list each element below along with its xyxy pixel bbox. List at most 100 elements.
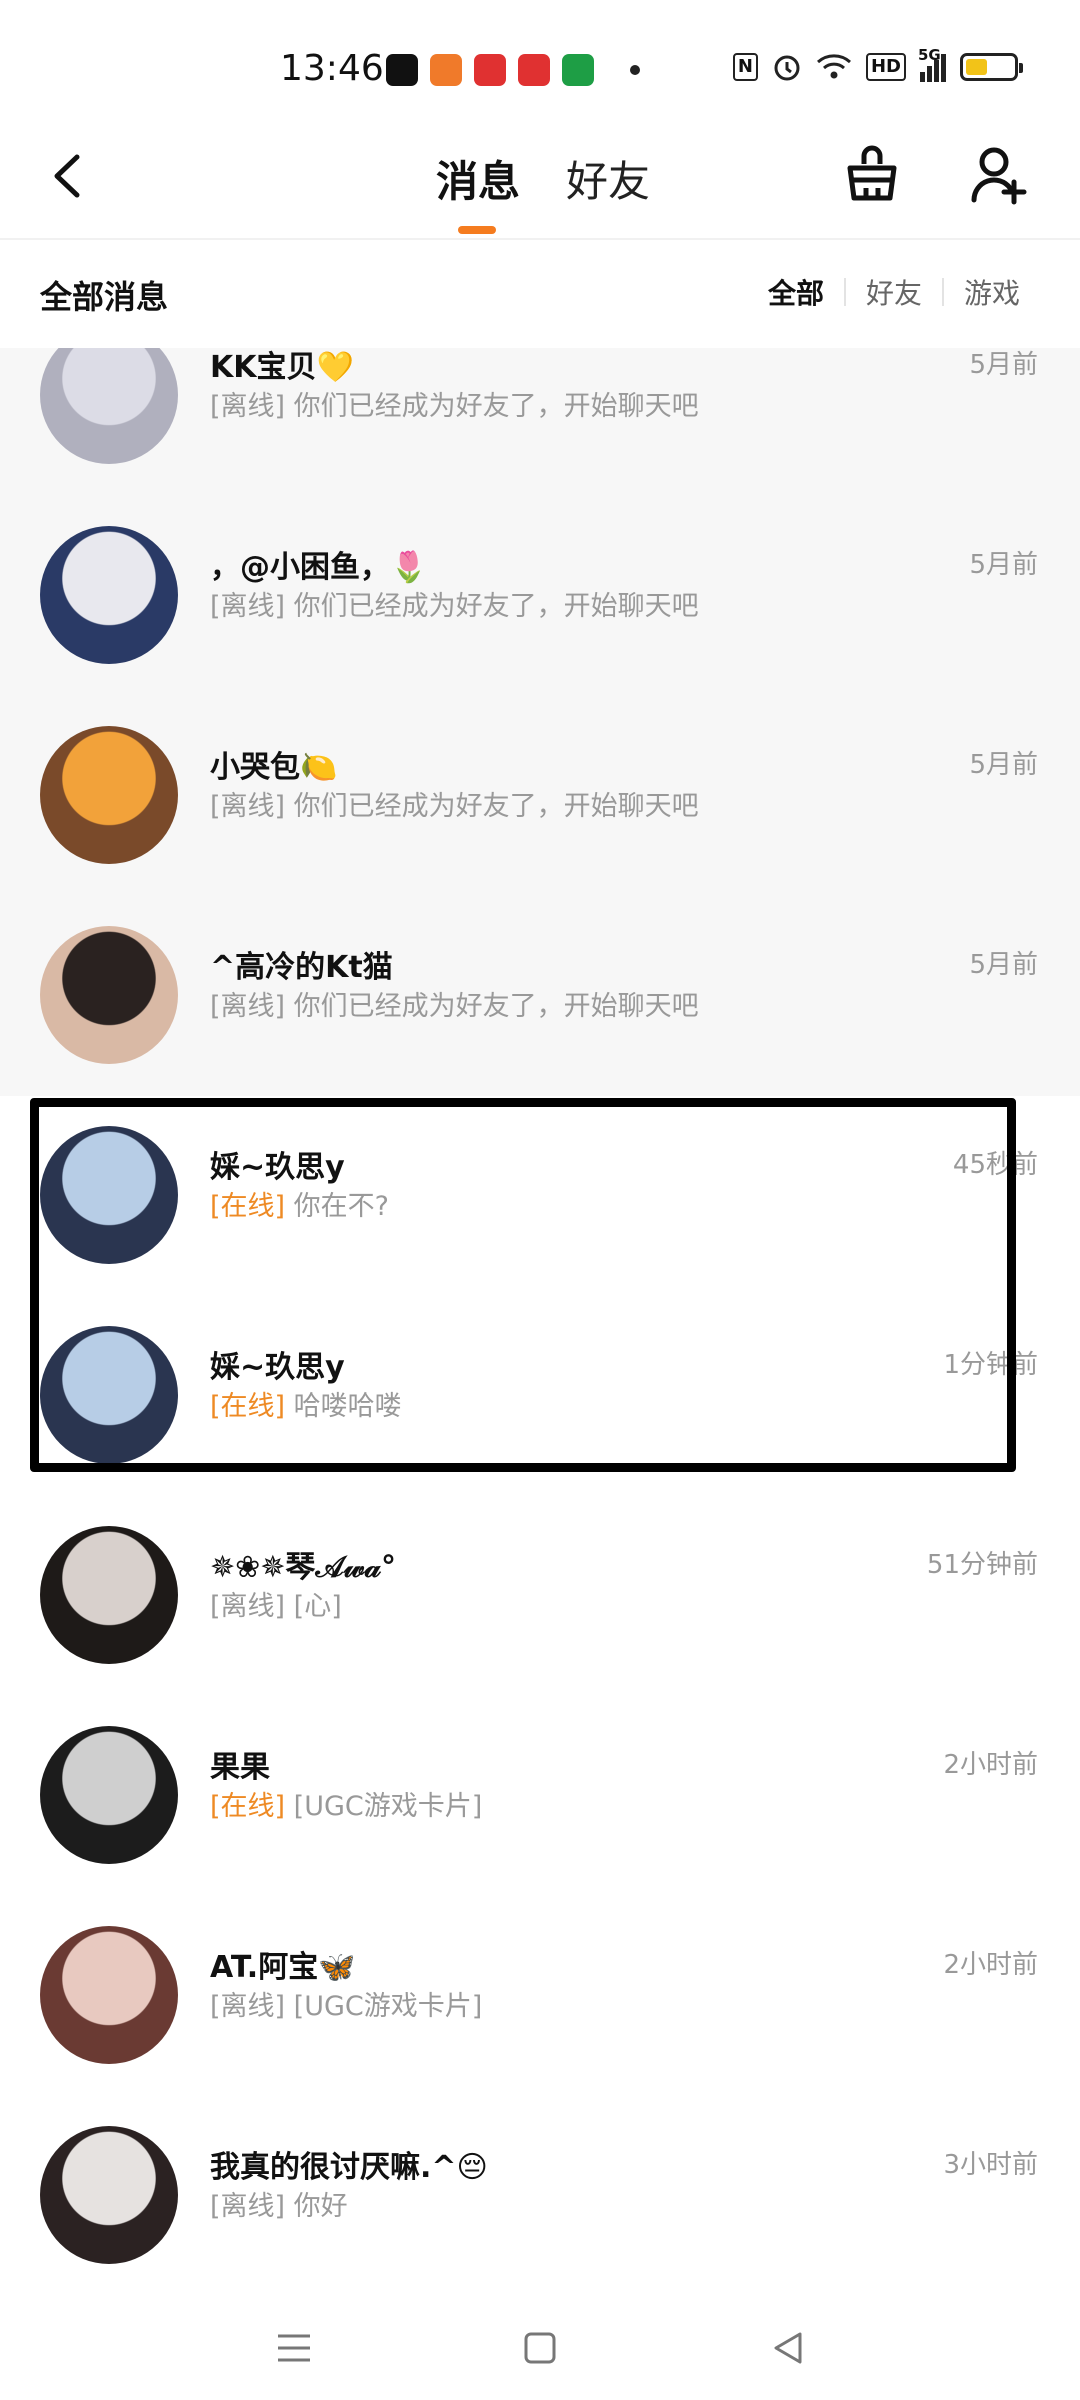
message-time: 1分钟前 [943,1350,1038,1380]
message-row[interactable]: 小哭包🍋 [离线] 你们已经成为好友了，开始聊天吧 5月前 [0,696,1080,896]
network-type: 5G [918,46,941,64]
message-row[interactable]: KK宝贝💛 [离线] 你们已经成为好友了，开始聊天吧 5月前 [0,348,1080,496]
nfc-icon: N [732,53,758,81]
avatar[interactable] [40,1926,178,2064]
back-button[interactable] [38,148,94,204]
alarm-icon [774,55,800,81]
online-status: [在线] [210,1391,286,1422]
message-preview: [在线] 哈喽哈喽 [210,1384,402,1423]
menu-icon [278,2334,310,2362]
message-time: 3小时前 [943,2150,1038,2180]
contact-name: ^高冷的Kt猫 [210,950,393,985]
message-time: 45秒前 [952,1150,1038,1180]
online-status: [离线] [210,391,286,422]
hd-icon: HD [865,53,906,81]
status-indicators: N HD 5G [732,46,1023,82]
add-user-icon [971,147,1027,205]
app-grid-icon [430,54,462,86]
avatar[interactable] [40,926,178,1064]
preview-text: [UGC游戏卡片] [293,1791,483,1822]
online-status: [离线] [210,2191,286,2222]
online-status: [离线] [210,1591,286,1622]
message-row[interactable]: 婇~玖思y [在线] 哈喽哈喽 1分钟前 [0,1296,1080,1496]
message-preview: [在线] 你在不? [210,1184,389,1223]
avatar[interactable] [40,1126,178,1264]
avatar[interactable] [40,1526,178,1664]
filter-all[interactable]: 全部 [748,272,844,312]
preview-text: 你们已经成为好友了，开始聊天吧 [293,391,699,422]
filter-games[interactable]: 游戏 [944,272,1040,312]
message-time: 5月前 [969,350,1038,380]
back-triangle-icon [774,2332,802,2364]
battery-icon [960,53,1023,81]
contact-name: 小哭包🍋 [210,750,338,785]
tab-friends[interactable]: 好友 [566,148,650,209]
active-tab-indicator [458,226,496,234]
message-row[interactable]: 果果 [在线] [UGC游戏卡片] 2小时前 [0,1696,1080,1896]
chevron-left-icon [54,154,80,198]
message-row[interactable]: 婇~玖思y [在线] 你在不? 45秒前 [0,1096,1080,1296]
system-nav-bar [0,2300,1080,2400]
contact-name: 婇~玖思y [210,1150,345,1185]
back-nav-button[interactable] [764,2324,812,2372]
contact-name: 我真的很讨厌嘛.^😔 [210,2150,488,2185]
preview-text: [UGC游戏卡片] [293,1991,483,2022]
message-time: 2小时前 [943,1950,1038,1980]
contact-name: 婇~玖思y [210,1350,345,1385]
message-preview: [离线] [心] [210,1584,342,1623]
more-notifications-icon [630,65,640,75]
contact-name: ，@小困鱼，🌷 [210,550,428,585]
online-status: [离线] [210,791,286,822]
preview-text: [心] [293,1591,342,1622]
message-row[interactable]: ✵❀✵琴𝒜𝓌𝒶° [离线] [心] 51分钟前 [0,1496,1080,1696]
status-time: 13:46 [280,48,384,89]
filter-tabs: 全部 好友 游戏 [748,272,1040,312]
avatar[interactable] [40,1326,178,1464]
toutiao-icon [474,54,506,86]
add-friend-button[interactable] [966,142,1030,206]
online-status: [在线] [210,1191,286,1222]
message-list[interactable]: KK宝贝💛 [离线] 你们已经成为好友了，开始聊天吧 5月前 ，@小困鱼，🌷 [离线] … [0,348,1080,2300]
message-time: 5月前 [969,550,1038,580]
message-row[interactable]: ，@小困鱼，🌷 [离线] 你们已经成为好友了，开始聊天吧 5月前 [0,496,1080,696]
message-preview: [离线] 你们已经成为好友了，开始聊天吧 [210,984,699,1023]
avatar[interactable] [40,2126,178,2264]
record-icon [518,54,550,86]
message-preview: [离线] 你好 [210,2184,348,2223]
contact-name: KK宝贝💛 [210,350,354,385]
status-bar: 13:46 N HD 5G [0,0,1080,140]
filter-friends[interactable]: 好友 [846,272,942,312]
preview-text: 你们已经成为好友了，开始聊天吧 [293,591,699,622]
message-time: 2小时前 [943,1750,1038,1780]
avatar[interactable] [40,526,178,664]
avatar[interactable] [40,348,178,464]
home-nav-button[interactable] [516,2324,564,2372]
preview-text: 哈喽哈喽 [293,1391,402,1422]
message-preview: [离线] [UGC游戏卡片] [210,1984,482,2023]
online-status: [离线] [210,1991,286,2022]
oppo-store-icon [562,54,594,86]
clear-messages-button[interactable] [840,144,904,208]
preview-text: 你在不? [293,1191,390,1222]
online-status: [离线] [210,591,286,622]
menu-nav-button[interactable] [270,2324,318,2372]
tab-messages[interactable]: 消息 [436,148,520,209]
message-row[interactable]: ^高冷的Kt猫 [离线] 你们已经成为好友了，开始聊天吧 5月前 [0,896,1080,1096]
message-preview: [离线] 你们已经成为好友了，开始聊天吧 [210,584,699,623]
message-time: 5月前 [969,950,1038,980]
signal-icon: 5G [918,46,946,82]
tiktok-icon [386,54,418,86]
message-row[interactable]: 我真的很讨厌嘛.^😔 [离线] 你好 3小时前 [0,2096,1080,2296]
preview-text: 你好 [293,2191,348,2222]
message-row[interactable]: AT.阿宝🦋 [离线] [UGC游戏卡片] 2小时前 [0,1896,1080,2096]
contact-name: AT.阿宝🦋 [210,1950,356,1985]
message-time: 5月前 [969,750,1038,780]
contact-name: ✵❀✵琴𝒜𝓌𝒶° [210,1550,397,1585]
online-status: [离线] [210,991,286,1022]
avatar[interactable] [40,1726,178,1864]
status-app-icons [386,54,640,86]
header: 消息 好友 [0,130,1080,240]
filter-bar: 全部消息 全部 好友 游戏 [0,242,1080,348]
wifi-icon [816,54,851,79]
avatar[interactable] [40,726,178,864]
